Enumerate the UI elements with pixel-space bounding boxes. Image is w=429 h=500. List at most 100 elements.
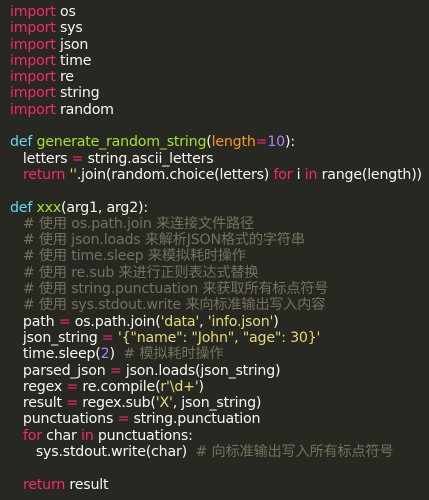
code-token-plain: char [41,427,81,444]
code-token-comment: # 使用 sys.stdout.write 来向标准输出写入内容 [10,297,326,314]
code-token-kw: import [10,36,56,53]
code-line[interactable]: # 使用 time.sleep 来模拟耗时操作 [10,248,429,264]
code-line[interactable]: import json [10,37,429,53]
code-line[interactable]: def generate_random_string(length=10): [10,134,429,150]
code-token-plain: parsed_json [10,362,110,379]
code-token-plain: re [55,69,74,86]
code-token-kw: = [255,134,268,151]
code-token-plain: sys [55,20,83,37]
code-token-plain: time.sleep( [10,346,101,363]
code-token-comment: # 使用 json.loads 来解析JSON格式的字符串 [10,232,305,249]
code-token-plain: result [65,476,109,493]
code-token-plain: json [55,36,89,53]
code-token-kw: = [71,150,84,167]
code-token-plain: punctuations: [93,427,193,444]
code-token-plain: regex.sub( [77,395,156,412]
code-token-kw: for [22,427,42,444]
code-token-plain: range(length)) [317,166,422,183]
code-line[interactable]: import re [10,69,429,85]
code-line[interactable]: # 使用 sys.stdout.write 来向标准输出写入内容 [10,297,429,313]
code-token-kw: import [10,4,56,20]
code-token-func: xxx [36,199,62,216]
code-line[interactable]: punctuations = string.punctuation [10,411,429,427]
code-line[interactable]: regex = re.compile(r'\d+') [10,379,429,395]
code-token-kw: = [101,329,114,346]
code-line[interactable]: parsed_json = json.loads(json_string) [10,363,429,379]
code-token-plain: string [55,85,100,102]
code-token-kw: return [22,476,66,493]
code-token-plain: result [10,395,67,412]
code-token-comment: # 模拟耗时操作 [123,346,224,363]
code-token-plain: json_string [10,329,102,346]
code-token-plain: i [292,166,305,183]
code-line[interactable]: for char in punctuations: [10,428,429,444]
code-token-comment: # 使用 os.path.join 来连接文件路径 [10,215,254,232]
code-token-plain: os [55,4,76,20]
code-line[interactable]: return ''.join(random.choice(letters) fo… [10,167,429,183]
code-token-kw: in [304,166,318,183]
code-token-plain: time [55,52,92,69]
code-token-comment: # 使用 time.sleep 来模拟耗时操作 [10,248,246,265]
code-token-plain: , [199,313,208,330]
code-token-str: 'info.json' [207,313,274,330]
code-token-plain: , json_string) [172,395,262,412]
blank-line[interactable] [10,118,429,134]
blank-line[interactable] [10,460,429,476]
code-line[interactable]: # 使用 os.path.join 来连接文件路径 [10,216,429,232]
code-line[interactable]: import sys [10,20,429,36]
code-token-comment: # 使用 re.sub 来进行正则表达式替换 [10,264,259,281]
code-token-plain: os.path.join( [70,313,161,330]
code-line[interactable]: letters = string.ascii_letters [10,151,429,167]
code-token-kw: = [109,362,122,379]
code-line[interactable]: import random [10,102,429,118]
code-token-kw: = [117,411,130,428]
code-token-kw: import [10,85,56,102]
code-token-plain: letters [10,150,72,167]
code-token-plain: punctuations [10,411,118,428]
code-token-func: generate_random_string [36,134,207,151]
code-token-plain: sys.stdout.write(char) [10,444,196,461]
code-token-call: def [10,134,33,151]
code-line[interactable]: result = regex.sub('X', json_string) [10,395,429,411]
code-token-plain: string.punctuation [129,411,261,428]
code-token-kw: = [66,378,79,395]
code-token-comment: # 使用 string.punctuation 来获取所有标点符号 [10,281,329,298]
code-token-str: '' [69,166,77,183]
code-line[interactable]: # 使用 re.sub 来进行正则表达式替换 [10,265,429,281]
code-line[interactable]: import time [10,53,429,69]
code-line[interactable]: time.sleep(2) # 模拟耗时操作 [10,346,429,362]
code-token-kw: = [58,313,71,330]
code-line[interactable]: sys.stdout.write(char) # 向标准输出写入所有标点符号 [10,444,429,460]
code-line[interactable]: json_string = '{"name": "John", "age": 3… [10,330,429,346]
code-token-kw: import [10,69,56,86]
code-token-plain: ) [198,378,205,395]
code-token-plain: path [10,313,59,330]
code-line[interactable]: import os [10,4,429,20]
code-line[interactable]: # 使用 json.loads 来解析JSON格式的字符串 [10,232,429,248]
code-token-kw: import [10,52,56,69]
code-token-str: '{"name": "John", "age": 30}' [117,329,321,346]
code-token-kw: return [22,166,66,183]
code-token-kw: in [81,427,94,444]
code-token-plain: regex [10,378,67,395]
code-line[interactable]: return result [10,477,429,493]
code-token-plain: ): [285,134,295,151]
code-line[interactable]: import string [10,85,429,101]
code-line[interactable]: def xxx(arg1, arg2): [10,200,429,216]
blank-line[interactable] [10,183,429,199]
code-token-plain: random [55,101,114,118]
code-token-kw: for [273,166,293,183]
code-editor[interactable]: import os import sys import json import tim… [0,0,429,500]
code-line[interactable]: # 使用 string.punctuation 来获取所有标点符号 [10,281,429,297]
code-token-plain: .join(random.choice(letters) [76,166,274,183]
code-token-str: r'\d+' [160,378,199,395]
code-token-plain: ) [273,313,279,330]
code-token-plain: (arg1, arg2): [61,199,148,216]
code-line[interactable]: path = os.path.join('data', 'info.json') [10,314,429,330]
code-token-comment: # 向标准输出写入所有标点符号 [195,444,394,461]
code-token-plain: json.loads(json_string) [121,362,281,379]
code-token-kw: import [10,20,56,37]
